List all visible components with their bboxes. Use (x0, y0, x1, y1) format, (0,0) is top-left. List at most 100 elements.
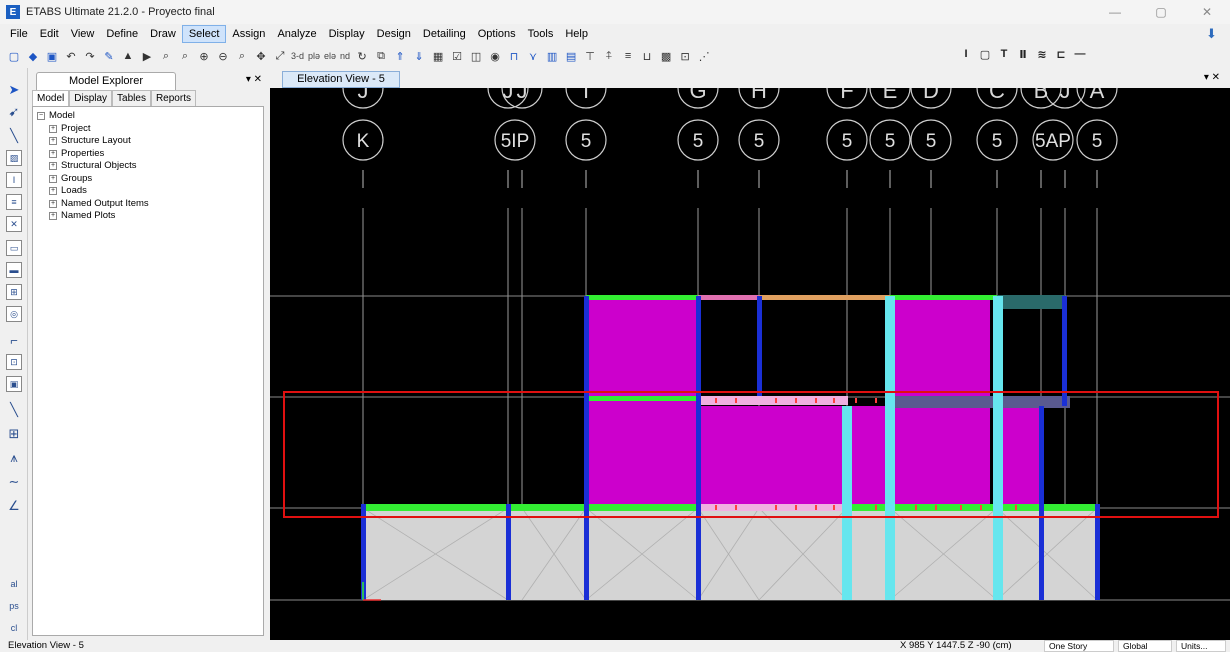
draw-point-icon[interactable]: ◎ (6, 306, 22, 322)
menu-view[interactable]: View (65, 26, 101, 42)
draw-grid-area-icon[interactable]: ⊞ (6, 284, 22, 300)
draw-wall-tool-icon[interactable]: ⌐ (6, 332, 22, 348)
minimize-button[interactable]: — (1092, 0, 1138, 24)
section-box-icon[interactable]: ▢ (977, 46, 993, 62)
expand-icon[interactable]: + (49, 174, 57, 183)
draw-slab-icon[interactable]: ▩ (658, 48, 674, 64)
zoom-in-icon[interactable]: ⊕ (196, 48, 212, 64)
show-deformed-icon[interactable]: ◉ (487, 48, 503, 64)
model-explorer-title[interactable]: Model Explorer (36, 72, 176, 90)
section-line-icon[interactable]: — (1072, 46, 1088, 62)
elevation-canvas[interactable]: J J J I G H F E D C B J A K 5IP 5 5 5 5 … (270, 88, 1230, 640)
draw-dimension-icon[interactable]: ╲ (6, 402, 22, 418)
panel-controls[interactable]: ▾ ✕ (246, 74, 262, 85)
lock-icon[interactable]: ▲ (120, 48, 136, 64)
tab-tables[interactable]: Tables (112, 90, 151, 106)
open-icon[interactable]: ◆ (25, 48, 41, 64)
draw-wall-icon[interactable]: ⊔ (639, 48, 655, 64)
tree-node-groups[interactable]: + Groups (37, 173, 259, 186)
close-button[interactable]: ✕ (1184, 0, 1230, 24)
object-shrink-icon[interactable]: ▦ (430, 48, 446, 64)
maximize-button[interactable]: ▢ (1138, 0, 1184, 24)
expand-icon[interactable]: + (49, 212, 57, 221)
perspective-icon[interactable]: ⧉ (373, 48, 389, 64)
menu-design[interactable]: Design (371, 26, 417, 42)
rubber-band-zoom-icon[interactable]: ⤢ (272, 48, 288, 64)
tree-node-named-output-items[interactable]: + Named Output Items (37, 198, 259, 211)
select-all-icon[interactable]: al (6, 576, 22, 592)
menu-define[interactable]: Define (100, 26, 144, 42)
rotate-icon[interactable]: ↻ (354, 48, 370, 64)
tree-node-loads[interactable]: + Loads (37, 185, 259, 198)
draw-line-icon[interactable]: ╲ (6, 128, 22, 144)
tree-node-properties[interactable]: + Properties (37, 148, 259, 161)
section-deck-icon[interactable]: ≋ (1034, 46, 1050, 62)
menu-select[interactable]: Select (181, 25, 227, 43)
collapse-icon[interactable]: − (37, 112, 45, 121)
tree-node-model[interactable]: − Model (37, 110, 259, 123)
story-select-dropdown[interactable]: One Story (1044, 640, 1114, 652)
move-down-icon[interactable]: ⇓ (411, 48, 427, 64)
new-model-icon[interactable]: ▢ (6, 48, 22, 64)
previous-selection-icon[interactable]: ps (6, 598, 22, 614)
undo-icon[interactable]: ↶ (63, 48, 79, 64)
shell-forces-icon[interactable]: ⋎ (525, 48, 541, 64)
draw-opening-tool-icon[interactable]: ⊡ (6, 354, 22, 370)
tree-node-named-plots[interactable]: + Named Plots (37, 210, 259, 223)
tab-display[interactable]: Display (69, 90, 113, 106)
run-analysis-icon[interactable]: ▶ (139, 48, 155, 64)
plan-view-button[interactable]: plǝ (308, 51, 320, 61)
tab-elevation-view[interactable]: Elevation View - 5 (282, 71, 400, 88)
menu-help[interactable]: Help (559, 26, 594, 42)
move-up-icon[interactable]: ⇑ (392, 48, 408, 64)
zoom-window-icon[interactable]: ⌕ (158, 48, 174, 64)
expand-icon[interactable]: + (49, 162, 57, 171)
draw-frame-icon[interactable]: ▨ (6, 150, 22, 166)
set-display-options-icon[interactable]: ☑ (449, 48, 465, 64)
edit-pencil-icon[interactable]: ✎ (101, 48, 117, 64)
menu-assign[interactable]: Assign (226, 26, 271, 42)
menu-file[interactable]: File (4, 26, 34, 42)
expand-icon[interactable]: + (49, 137, 57, 146)
section-double-icon[interactable]: Ⅱ (1015, 46, 1031, 62)
zoom-restore-icon[interactable]: ⌕ (177, 48, 193, 64)
download-icon[interactable]: ⬇ (1206, 26, 1220, 41)
tab-reports[interactable]: Reports (150, 90, 196, 106)
draw-column-tool-icon[interactable]: I (6, 172, 22, 188)
menu-tools[interactable]: Tools (522, 26, 560, 42)
draw-reference-line-icon[interactable]: ∠ (6, 498, 22, 514)
section-i-icon[interactable]: I (958, 46, 974, 62)
view-3d-button[interactable]: 3-d (291, 51, 304, 61)
design-summary-icon[interactable]: ▥ (544, 48, 560, 64)
elevation-view-button[interactable]: elǝ (324, 51, 336, 61)
coord-system-dropdown[interactable]: Global (1118, 640, 1172, 652)
draw-brace-tool-icon[interactable]: ✕ (6, 216, 22, 232)
pan-icon[interactable]: ✥ (253, 48, 269, 64)
draw-stair-icon[interactable]: ⩚ (6, 450, 22, 466)
reshape-icon[interactable]: ➹ (6, 104, 22, 120)
zoom-out-icon[interactable]: ⊖ (215, 48, 231, 64)
draw-column-icon[interactable]: ⊤ (582, 48, 598, 64)
draw-rect-area-icon[interactable]: ▬ (6, 262, 22, 278)
view-controls[interactable]: ▾ ✕ (1204, 72, 1220, 83)
nd-button[interactable]: nd (340, 51, 350, 61)
tab-model[interactable]: Model (32, 90, 70, 106)
section-channel-icon[interactable]: ⊏ (1053, 46, 1069, 62)
expand-icon[interactable]: + (49, 187, 57, 196)
tree-node-structure-layout[interactable]: + Structure Layout (37, 135, 259, 148)
redo-icon[interactable]: ↷ (82, 48, 98, 64)
tree-node-project[interactable]: + Project (37, 123, 259, 136)
zoom-step-icon[interactable]: ⌕ (234, 48, 250, 64)
foundation-area[interactable] (362, 507, 1098, 601)
expand-icon[interactable]: + (49, 149, 57, 158)
draw-beam-icon[interactable]: ≡ (620, 48, 636, 64)
menu-analyze[interactable]: Analyze (271, 26, 322, 42)
clear-selection-icon[interactable]: cl (6, 620, 22, 636)
menu-options[interactable]: Options (472, 26, 522, 42)
pointer-icon[interactable]: ➤ (6, 82, 22, 98)
draw-floor-icon[interactable]: ▭ (6, 240, 22, 256)
menu-edit[interactable]: Edit (34, 26, 65, 42)
tree-node-structural-objects[interactable]: + Structural Objects (37, 160, 259, 173)
menu-display[interactable]: Display (323, 26, 371, 42)
save-icon[interactable]: ▣ (44, 48, 60, 64)
